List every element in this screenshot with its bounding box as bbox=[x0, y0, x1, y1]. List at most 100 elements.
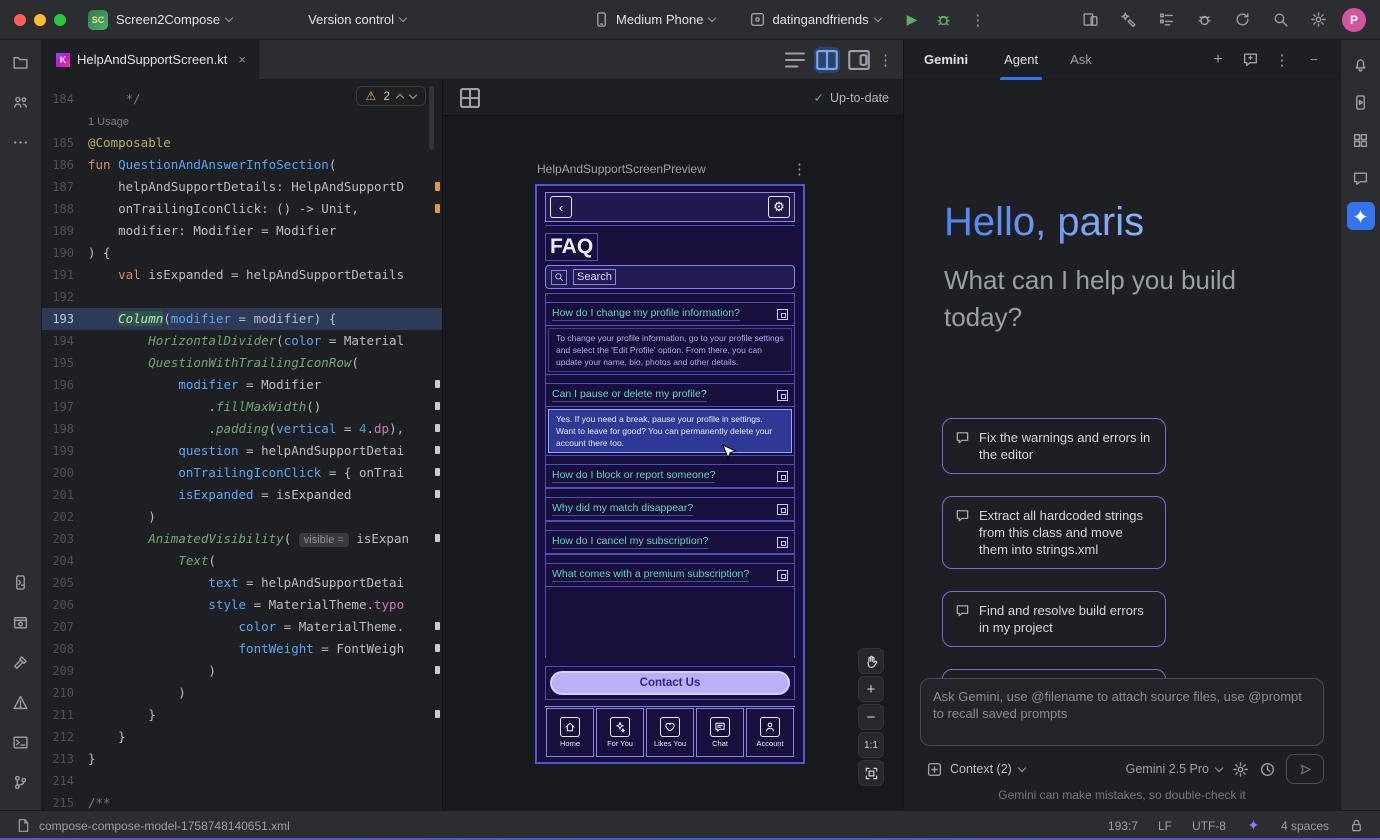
hide-panel-button[interactable]: − bbox=[1300, 46, 1328, 74]
faq-question-row[interactable]: What comes with a premium subscription? bbox=[546, 563, 794, 587]
line-ending[interactable]: LF bbox=[1158, 819, 1172, 833]
search-field[interactable]: Search bbox=[545, 265, 795, 289]
gemini-sparkle-icon[interactable] bbox=[1246, 818, 1261, 833]
maximize-window-button[interactable] bbox=[54, 14, 66, 26]
code-line[interactable]: 195 QuestionWithTrailingIconRow( bbox=[42, 352, 442, 374]
expand-toggle-icon[interactable] bbox=[777, 309, 788, 320]
running-devices-icon[interactable] bbox=[1347, 88, 1375, 116]
design-view-icon[interactable] bbox=[846, 47, 872, 73]
code-line[interactable]: 200 onTrailingIconClick = { onTrai bbox=[42, 462, 442, 484]
expand-toggle-icon[interactable] bbox=[777, 537, 788, 548]
assistant-chat-icon[interactable] bbox=[1347, 164, 1375, 192]
send-button[interactable] bbox=[1286, 754, 1324, 784]
code-line[interactable]: 197 .fillMaxWidth() bbox=[42, 396, 442, 418]
code-line[interactable]: 199 question = helpAndSupportDetai bbox=[42, 440, 442, 462]
run-button[interactable]: ▶ bbox=[907, 11, 918, 28]
code-line[interactable]: 194 HorizontalDivider(color = Material bbox=[42, 330, 442, 352]
code-line[interactable]: 215/** bbox=[42, 792, 442, 810]
code-line[interactable]: 207 color = MaterialTheme. bbox=[42, 616, 442, 638]
lock-icon[interactable] bbox=[1349, 818, 1364, 833]
code-line[interactable]: 206 style = MaterialTheme.typo bbox=[42, 594, 442, 616]
phone-preview-frame[interactable]: ‹ ⚙ FAQ Search How do I change my profil… bbox=[535, 184, 805, 764]
nav-item-for-you[interactable]: For You bbox=[596, 708, 644, 757]
code-line[interactable]: 202 ) bbox=[42, 506, 442, 528]
task-list-icon[interactable] bbox=[1152, 6, 1180, 34]
run-configuration-selector[interactable]: datingandfriends bbox=[741, 6, 888, 33]
code-view-icon[interactable] bbox=[782, 47, 808, 73]
inspection-widget[interactable]: ⚠ 2 bbox=[356, 86, 426, 106]
context-selector[interactable]: Context (2) bbox=[920, 757, 1031, 782]
next-issue-icon[interactable] bbox=[409, 91, 417, 99]
settings-gear-button[interactable]: ⚙ bbox=[768, 196, 790, 218]
build-icon[interactable] bbox=[7, 648, 35, 676]
faq-question-row[interactable]: How do I cancel my subscription? bbox=[546, 530, 794, 554]
gemini-icon[interactable] bbox=[1347, 202, 1375, 230]
code-line[interactable]: 201 isExpanded = isExpanded bbox=[42, 484, 442, 506]
code-line[interactable]: 212 } bbox=[42, 726, 442, 748]
chat-history-icon[interactable] bbox=[1236, 46, 1264, 74]
editor-options-button[interactable]: ⋮ bbox=[878, 51, 893, 69]
model-selector[interactable]: Gemini 2.5 Pro bbox=[1126, 762, 1222, 776]
tab-agent[interactable]: Agent bbox=[996, 40, 1046, 80]
code-line[interactable]: 208 fontWeight = FontWeigh bbox=[42, 638, 442, 660]
logcat-device-icon[interactable] bbox=[7, 568, 35, 596]
faq-question-row[interactable]: Why did my match disappear? bbox=[546, 497, 794, 521]
code-line[interactable]: 187 helpAndSupportDetails: HelpAndSuppor… bbox=[42, 176, 442, 198]
zoom-in-button[interactable]: + bbox=[858, 676, 884, 702]
code-line[interactable]: 185@Composable bbox=[42, 132, 442, 154]
editor-scrollbar[interactable] bbox=[429, 86, 434, 150]
code-editor[interactable]: ⚠ 2 184 */1 Usage185@Composable186fun Qu… bbox=[42, 80, 443, 810]
encoding[interactable]: UTF-8 bbox=[1192, 819, 1226, 833]
code-line[interactable]: 190) { bbox=[42, 242, 442, 264]
suggestion-card[interactable]: Find and resolve build errors in my proj… bbox=[942, 591, 1166, 647]
faq-question-row[interactable]: How do I block or report someone? bbox=[546, 464, 794, 488]
caret-position[interactable]: 193:7 bbox=[1108, 819, 1138, 833]
project-selector[interactable]: Screen2Compose bbox=[108, 7, 240, 32]
suggestion-card[interactable]: Extract all hardcoded strings from this … bbox=[942, 496, 1166, 569]
expand-toggle-icon[interactable] bbox=[777, 471, 788, 482]
nav-item-account[interactable]: Account bbox=[746, 708, 794, 757]
faq-question-row[interactable]: How do I change my profile information? bbox=[546, 302, 794, 326]
code-line[interactable]: 191 val isExpanded = helpAndSupportDetai… bbox=[42, 264, 442, 286]
more-icon[interactable] bbox=[7, 128, 35, 156]
app-inspection-icon[interactable] bbox=[7, 608, 35, 636]
code-line[interactable]: 211 } bbox=[42, 704, 442, 726]
indent-setting[interactable]: 4 spaces bbox=[1281, 819, 1329, 833]
code-line[interactable]: 205 text = helpAndSupportDetai bbox=[42, 572, 442, 594]
device-selector[interactable]: Medium Phone bbox=[585, 6, 723, 33]
vcs-menu[interactable]: Version control bbox=[300, 7, 414, 32]
settings-icon[interactable] bbox=[1304, 6, 1332, 34]
gemini-settings-icon[interactable] bbox=[1232, 761, 1249, 778]
avatar[interactable]: P bbox=[1342, 8, 1366, 32]
zoom-to-fit-button[interactable] bbox=[858, 760, 884, 786]
tab-helpandsupportscreen[interactable]: K HelpAndSupportScreen.kt × bbox=[42, 40, 259, 80]
more-actions-button[interactable]: ⋮ bbox=[970, 11, 985, 29]
tab-ask[interactable]: Ask bbox=[1062, 40, 1100, 80]
zoom-reset-button[interactable]: 1:1 bbox=[858, 732, 884, 758]
minimize-window-button[interactable] bbox=[34, 14, 46, 26]
preview-layout-icon[interactable] bbox=[457, 85, 483, 111]
code-line[interactable]: 209 ) bbox=[42, 660, 442, 682]
gemini-prompt-input[interactable] bbox=[933, 688, 1311, 736]
status-file-name[interactable]: compose-compose-model-1758748140651.xml bbox=[39, 819, 290, 833]
expand-toggle-icon[interactable] bbox=[777, 570, 788, 581]
version-control-icon[interactable] bbox=[7, 768, 35, 796]
contact-us-button[interactable]: Contact Us bbox=[550, 671, 790, 695]
suggestion-card[interactable]: Fix the warnings and errors in the edito… bbox=[942, 418, 1166, 474]
code-line[interactable]: 193 Column(modifier = modifier) { bbox=[42, 308, 442, 330]
device-mirroring-icon[interactable] bbox=[1076, 6, 1104, 34]
code-line[interactable]: 192 bbox=[42, 286, 442, 308]
nav-item-chat[interactable]: Chat bbox=[696, 708, 744, 757]
gemini-options-button[interactable]: ⋮ bbox=[1268, 46, 1296, 74]
code-line[interactable]: 204 Text( bbox=[42, 550, 442, 572]
layout-inspector-icon[interactable] bbox=[1347, 126, 1375, 154]
close-tab-icon[interactable]: × bbox=[238, 52, 246, 67]
project-folder-icon[interactable] bbox=[7, 48, 35, 76]
history-icon[interactable] bbox=[1259, 761, 1276, 778]
code-line[interactable]: 189 modifier: Modifier = Modifier bbox=[42, 220, 442, 242]
expand-toggle-icon[interactable] bbox=[777, 390, 788, 401]
preview-options-button[interactable]: ⋮ bbox=[792, 160, 807, 178]
bug-report-icon[interactable] bbox=[1190, 6, 1218, 34]
code-line[interactable]: 203 AnimatedVisibility( visible = isExpa… bbox=[42, 528, 442, 550]
notifications-icon[interactable] bbox=[1347, 50, 1375, 78]
